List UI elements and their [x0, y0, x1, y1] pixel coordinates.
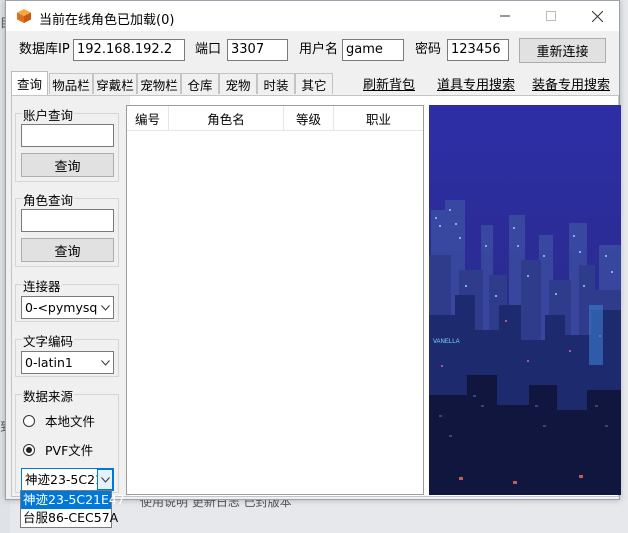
- maximize-button[interactable]: [528, 1, 574, 31]
- tab-pet-bag[interactable]: 宠物栏: [137, 73, 181, 94]
- main-window: 当前在线角色已加载(0) 数据库IP 192.168.192.2 端口 3307…: [5, 0, 621, 500]
- tab-storage[interactable]: 仓库: [181, 73, 219, 94]
- close-button[interactable]: [574, 1, 620, 31]
- column-header[interactable]: 编号: [127, 106, 169, 131]
- column-header[interactable]: 角色名: [169, 106, 284, 131]
- maximize-icon: [546, 11, 556, 21]
- local-file-label: 本地文件: [45, 414, 96, 429]
- chevron-down-icon: [97, 352, 113, 373]
- connector-select[interactable]: 0-<pymysql.: [21, 296, 114, 319]
- equip-search-link[interactable]: 装备专用搜索: [532, 74, 610, 93]
- minimize-button[interactable]: [482, 1, 528, 31]
- dropdown-option[interactable]: 神迹23-5C21E47: [21, 491, 125, 509]
- tab-items[interactable]: 物品栏: [49, 73, 93, 94]
- account-query-button[interactable]: 查询: [21, 153, 114, 177]
- account-query-group: 账户查询 查询: [15, 105, 119, 182]
- source-group: 数据来源 本地文件 PVF文件 神迹23-5C21: [15, 386, 119, 493]
- dropdown-option[interactable]: 台服86-CEC57A: [21, 509, 118, 527]
- encoding-group: 文字编码 0-latin1: [15, 331, 119, 377]
- db-ip-label: 数据库IP: [19, 42, 70, 57]
- user-label: 用户名: [299, 42, 339, 57]
- role-query-group: 角色查询 查询: [15, 190, 119, 267]
- pvf-file-label: PVF文件: [45, 443, 94, 458]
- reconnect-button[interactable]: 重新连接: [519, 38, 606, 63]
- minimize-icon: [500, 15, 510, 17]
- encoding-value: 0-latin1: [25, 355, 73, 370]
- port-input[interactable]: 3307: [227, 39, 288, 61]
- db-ip-input[interactable]: 192.168.192.2: [73, 39, 185, 61]
- chevron-down-icon: [97, 469, 113, 490]
- city-artwork: VANELLA: [429, 105, 621, 495]
- connector-group: 连接器 0-<pymysql.: [15, 276, 119, 322]
- column-header[interactable]: 职业: [334, 106, 423, 131]
- column-header[interactable]: 等级: [284, 106, 334, 131]
- encoding-title: 文字编码: [22, 331, 75, 350]
- chevron-down-icon: [97, 297, 113, 318]
- connector-title: 连接器: [22, 276, 62, 295]
- connector-value: 0-<pymysql.: [25, 300, 105, 315]
- tab-query[interactable]: 查询: [11, 71, 48, 95]
- role-table[interactable]: 编号 角色名 等级 职业: [126, 105, 424, 495]
- encoding-select[interactable]: 0-latin1: [21, 351, 114, 374]
- cityscape-image: VANELLA: [429, 105, 621, 495]
- source-title: 数据来源: [22, 386, 75, 405]
- tab-pets[interactable]: 宠物: [219, 73, 257, 94]
- tab-equipped[interactable]: 穿戴栏: [93, 73, 137, 94]
- tab-fashion[interactable]: 时装: [257, 73, 295, 94]
- pvf-source-select[interactable]: 神迹23-5C21: [21, 468, 114, 491]
- local-file-radio[interactable]: 本地文件: [23, 411, 95, 430]
- radio-unchecked-icon: [23, 414, 35, 427]
- refresh-bag-link[interactable]: 刷新背包: [363, 74, 415, 93]
- password-input[interactable]: 123456: [447, 39, 509, 61]
- pvf-file-radio[interactable]: PVF文件: [23, 440, 93, 459]
- role-query-title: 角色查询: [22, 190, 75, 209]
- account-query-input[interactable]: [21, 124, 114, 147]
- radio-checked-icon: [23, 443, 35, 456]
- neon-sign: VANELLA: [433, 339, 460, 345]
- package-icon: [17, 9, 31, 23]
- account-query-title: 账户查询: [22, 105, 75, 124]
- window-title: 当前在线角色已加载(0): [39, 13, 175, 28]
- close-icon: [591, 10, 603, 22]
- pvf-source-dropdown-list: 神迹23-5C21E47 台服86-CEC57A: [20, 490, 125, 528]
- item-search-link[interactable]: 道具专用搜索: [437, 74, 515, 93]
- pvf-source-value: 神迹23-5C21: [25, 472, 104, 487]
- tab-other[interactable]: 其它: [295, 73, 333, 94]
- role-query-input[interactable]: [21, 209, 114, 232]
- port-label: 端口: [195, 42, 222, 57]
- role-query-button[interactable]: 查询: [21, 238, 114, 262]
- user-input[interactable]: game: [342, 39, 404, 61]
- title-bar: 当前在线角色已加载(0): [6, 1, 619, 31]
- password-label: 密码: [415, 42, 442, 57]
